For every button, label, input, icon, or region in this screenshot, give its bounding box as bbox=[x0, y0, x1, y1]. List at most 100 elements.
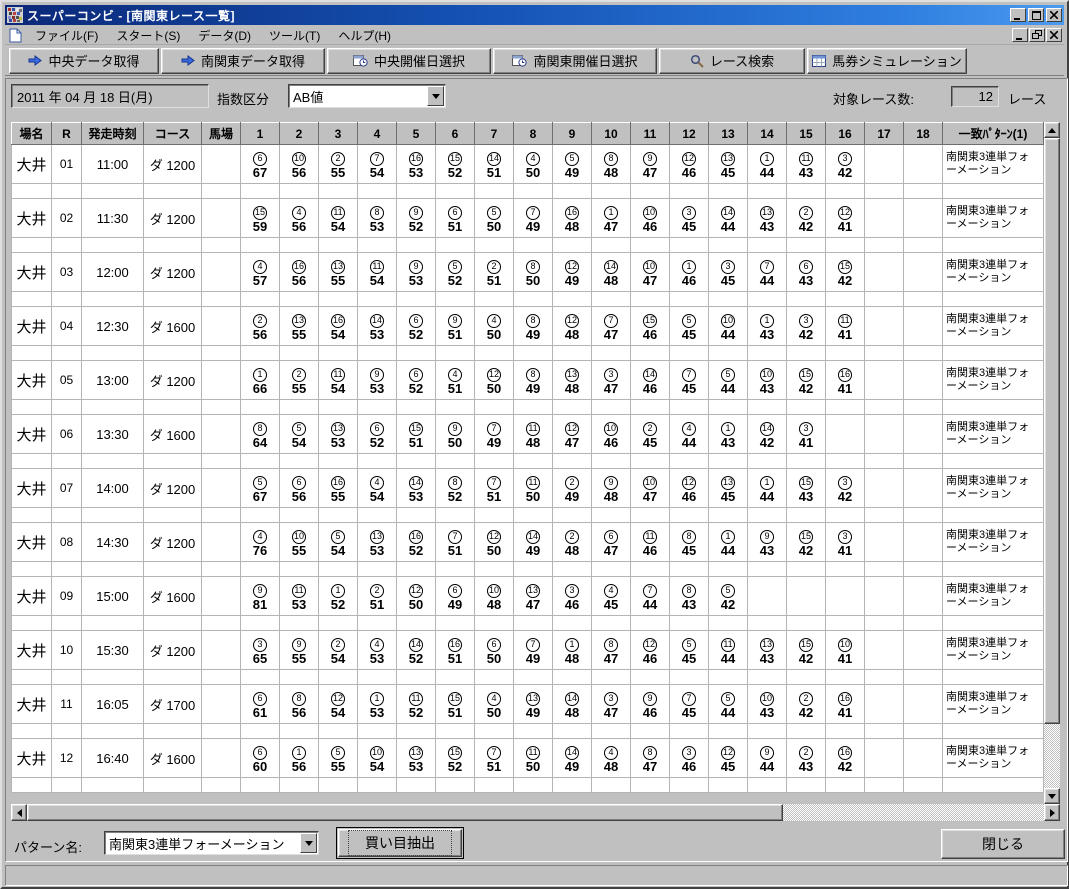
entry-cell[interactable]: 8 47 bbox=[630, 738, 670, 778]
entry-cell[interactable]: 8 43 bbox=[669, 576, 709, 616]
entry-cell[interactable]: 4 53 bbox=[357, 630, 397, 670]
entry-cell[interactable]: 13 49 bbox=[513, 684, 553, 724]
entry-cell[interactable] bbox=[864, 468, 904, 508]
entry-cell[interactable]: 15 42 bbox=[786, 522, 826, 562]
entry-cell[interactable] bbox=[903, 360, 943, 400]
menu-data[interactable]: データ(D) bbox=[189, 25, 260, 46]
entry-cell[interactable]: 11 41 bbox=[825, 306, 865, 346]
entry-cell[interactable]: 2 54 bbox=[318, 630, 358, 670]
entry-cell[interactable]: 8 45 bbox=[669, 522, 709, 562]
entry-cell[interactable]: 14 48 bbox=[552, 684, 592, 724]
pattern-cell[interactable]: 南関東3連単フォーメーション bbox=[942, 252, 1044, 292]
entry-cell[interactable]: 4 51 bbox=[435, 360, 475, 400]
entry-cell[interactable] bbox=[903, 414, 943, 454]
entry-cell[interactable]: 12 50 bbox=[474, 360, 514, 400]
menu-tools[interactable]: ツール(T) bbox=[260, 25, 329, 46]
entry-cell[interactable]: 5 55 bbox=[318, 738, 358, 778]
entry-cell[interactable]: 10 48 bbox=[474, 576, 514, 616]
entry-cell[interactable]: 6 52 bbox=[357, 414, 397, 454]
entry-cell[interactable]: 9 81 bbox=[240, 576, 280, 616]
chevron-down-icon[interactable] bbox=[427, 86, 444, 106]
venue-cell[interactable]: 大井 bbox=[11, 414, 52, 454]
entry-cell[interactable]: 6 56 bbox=[279, 468, 319, 508]
vertical-scrollbar-thumb[interactable] bbox=[1044, 138, 1060, 724]
entry-cell[interactable] bbox=[903, 522, 943, 562]
time-cell[interactable]: 16:05 bbox=[81, 684, 144, 724]
race-no-cell[interactable]: 12 bbox=[51, 738, 82, 778]
title-bar[interactable]: スーパーコンビ - [南関東レース一覧] bbox=[5, 5, 1064, 25]
entry-cell[interactable]: 10 43 bbox=[747, 360, 787, 400]
entry-cell[interactable] bbox=[747, 576, 787, 616]
entry-cell[interactable]: 15 52 bbox=[435, 144, 475, 184]
entry-cell[interactable]: 14 49 bbox=[513, 522, 553, 562]
entry-cell[interactable] bbox=[825, 414, 865, 454]
ticket-simulation-button[interactable]: 馬券シミュレーション bbox=[807, 47, 967, 74]
entry-cell[interactable]: 12 50 bbox=[474, 522, 514, 562]
entry-cell[interactable]: 12 45 bbox=[708, 738, 748, 778]
race-no-cell[interactable]: 08 bbox=[51, 522, 82, 562]
race-row[interactable]: 大井 10 15:30 ダ 1200 3 65 9 55 2 54 4 53 14 52 16 51 6 50 7 4… bbox=[11, 630, 1044, 670]
entry-cell[interactable]: 11 52 bbox=[396, 684, 436, 724]
time-cell[interactable]: 15:00 bbox=[81, 576, 144, 616]
entry-cell[interactable]: 7 49 bbox=[513, 630, 553, 670]
entry-cell[interactable]: 5 54 bbox=[318, 522, 358, 562]
entry-cell[interactable]: 8 48 bbox=[591, 144, 631, 184]
course-cell[interactable]: ダ 1600 bbox=[143, 738, 202, 778]
entry-cell[interactable]: 13 53 bbox=[396, 738, 436, 778]
entry-cell[interactable]: 12 46 bbox=[669, 144, 709, 184]
entry-cell[interactable]: 14 44 bbox=[708, 198, 748, 238]
entry-cell[interactable]: 3 47 bbox=[591, 360, 631, 400]
central-data-fetch-button[interactable]: 中央データ取得 bbox=[9, 47, 159, 74]
entry-cell[interactable]: 5 42 bbox=[708, 576, 748, 616]
entry-cell[interactable]: 16 53 bbox=[396, 144, 436, 184]
entry-cell[interactable]: 12 50 bbox=[396, 576, 436, 616]
entry-cell[interactable]: 7 44 bbox=[747, 252, 787, 292]
entry-cell[interactable]: 6 51 bbox=[435, 198, 475, 238]
entry-cell[interactable]: 9 47 bbox=[630, 144, 670, 184]
venue-cell[interactable]: 大井 bbox=[11, 576, 52, 616]
entry-cell[interactable]: 10 46 bbox=[591, 414, 631, 454]
horizontal-scrollbar[interactable] bbox=[11, 804, 1060, 821]
entry-cell[interactable]: 11 54 bbox=[318, 360, 358, 400]
menu-start[interactable]: スタート(S) bbox=[107, 25, 189, 46]
entry-cell[interactable]: 9 53 bbox=[357, 360, 397, 400]
race-row[interactable]: 大井 11 16:05 ダ 1700 6 61 8 56 12 54 1 53 11 52 15 51 4 50 1… bbox=[11, 684, 1044, 724]
entry-cell[interactable]: 5 49 bbox=[552, 144, 592, 184]
entry-cell[interactable]: 6 60 bbox=[240, 738, 280, 778]
entry-cell[interactable]: 8 50 bbox=[513, 252, 553, 292]
entry-cell[interactable]: 1 44 bbox=[747, 144, 787, 184]
pattern-cell[interactable]: 南関東3連単フォーメーション bbox=[942, 738, 1044, 778]
entry-cell[interactable]: 2 43 bbox=[786, 738, 826, 778]
going-cell[interactable] bbox=[201, 630, 241, 670]
entry-cell[interactable]: 2 42 bbox=[786, 198, 826, 238]
entry-cell[interactable]: 15 42 bbox=[786, 630, 826, 670]
vertical-scrollbar[interactable] bbox=[1044, 122, 1060, 804]
entry-cell[interactable]: 10 55 bbox=[279, 522, 319, 562]
race-no-cell[interactable]: 01 bbox=[51, 144, 82, 184]
entry-cell[interactable]: 1 48 bbox=[552, 630, 592, 670]
race-no-cell[interactable]: 11 bbox=[51, 684, 82, 724]
entry-cell[interactable]: 3 42 bbox=[786, 306, 826, 346]
entry-cell[interactable]: 16 48 bbox=[552, 198, 592, 238]
race-row[interactable]: 大井 05 13:00 ダ 1200 1 66 2 55 11 54 9 53 6 52 4 51 12 50 8 4… bbox=[11, 360, 1044, 400]
entry-cell[interactable]: 2 55 bbox=[279, 360, 319, 400]
entry-cell[interactable]: 2 42 bbox=[786, 684, 826, 724]
venue-cell[interactable]: 大井 bbox=[11, 198, 52, 238]
pattern-cell[interactable]: 南関東3連単フォーメーション bbox=[942, 360, 1044, 400]
entry-cell[interactable] bbox=[864, 360, 904, 400]
entry-cell[interactable]: 13 55 bbox=[279, 306, 319, 346]
entry-cell[interactable] bbox=[903, 576, 943, 616]
race-search-button[interactable]: レース検索 bbox=[659, 47, 805, 74]
entry-cell[interactable]: 5 44 bbox=[708, 684, 748, 724]
pattern-cell[interactable]: 南関東3連単フォーメーション bbox=[942, 522, 1044, 562]
entry-cell[interactable]: 16 41 bbox=[825, 684, 865, 724]
entry-cell[interactable]: 4 50 bbox=[474, 306, 514, 346]
race-no-cell[interactable]: 06 bbox=[51, 414, 82, 454]
entry-cell[interactable]: 1 46 bbox=[669, 252, 709, 292]
entry-cell[interactable]: 7 51 bbox=[474, 468, 514, 508]
entry-cell[interactable] bbox=[903, 684, 943, 724]
course-cell[interactable]: ダ 1600 bbox=[143, 414, 202, 454]
entry-cell[interactable]: 1 56 bbox=[279, 738, 319, 778]
entry-cell[interactable]: 1 43 bbox=[747, 306, 787, 346]
entry-cell[interactable]: 6 61 bbox=[240, 684, 280, 724]
